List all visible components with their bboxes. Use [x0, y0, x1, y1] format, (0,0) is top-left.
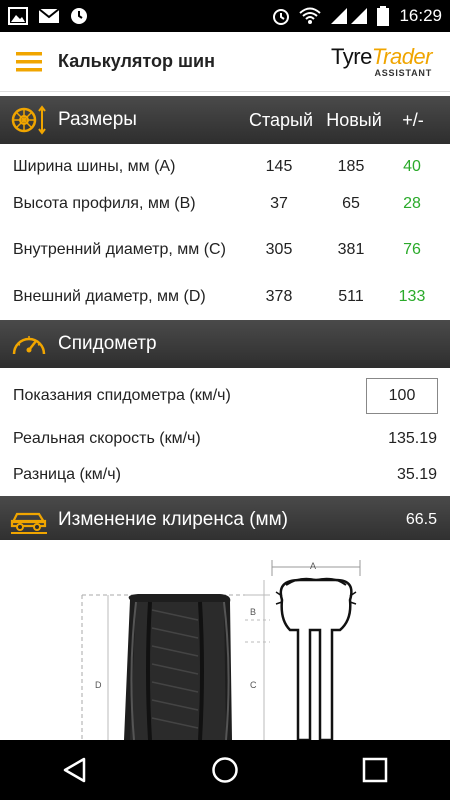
- speed-reading-input[interactable]: 100: [366, 378, 438, 414]
- speed-diff-row: Разница (км/ч) 35.19: [13, 466, 437, 483]
- size-row-inner-diameter: Внутренний диаметр, мм (C) 305 381 76: [13, 241, 421, 258]
- navigation-bar: [0, 740, 450, 800]
- home-icon: [212, 757, 238, 783]
- car-clearance-icon: [0, 496, 58, 544]
- sizes-title: Размеры: [58, 109, 137, 130]
- real-speed-value: 135.19: [388, 430, 437, 447]
- speed-reading-row: Показания спидометра (км/ч) 100: [0, 376, 450, 416]
- alarm-icon: [271, 6, 291, 26]
- home-button[interactable]: [195, 740, 255, 800]
- tyre-size-icon: [0, 96, 58, 144]
- sizes-header: Размеры Старый Новый +/-: [0, 96, 450, 144]
- image-icon: [8, 7, 28, 25]
- dim-label-b: B: [250, 607, 256, 617]
- status-time: 16:29: [399, 6, 442, 25]
- page-title: Калькулятор шин: [58, 51, 215, 71]
- speedometer-title: Спидометр: [58, 333, 157, 354]
- sync-icon: [70, 7, 88, 25]
- clearance-value: 66.5: [405, 511, 437, 528]
- col-old: Старый: [248, 110, 314, 130]
- speedometer-icon: [0, 320, 58, 368]
- col-diff: +/-: [402, 110, 424, 130]
- back-button[interactable]: [45, 740, 105, 800]
- clearance-title: Изменение клиренса (мм): [58, 509, 288, 530]
- app-bar: Калькулятор шин TyreTrader ASSISTANT: [0, 32, 450, 92]
- real-speed-row: Реальная скорость (км/ч) 135.19: [13, 430, 437, 447]
- size-row-profile: Высота профиля, мм (B) 37 65 28: [13, 195, 421, 212]
- dim-label-d: D: [95, 680, 102, 690]
- col-new: Новый: [326, 110, 382, 130]
- recent-apps-icon: [362, 757, 388, 783]
- recent-apps-button[interactable]: [345, 740, 405, 800]
- size-row-width: Ширина шины, мм (A) 145 185 40: [13, 158, 421, 175]
- hamburger-icon: [16, 51, 42, 71]
- back-icon: [63, 757, 86, 783]
- dim-label-c: C: [250, 680, 257, 690]
- wifi-icon: [299, 7, 322, 25]
- tyre-diagram: A B C D: [0, 540, 450, 740]
- speedometer-header: Спидометр: [0, 320, 450, 368]
- signal-icon: [329, 6, 369, 26]
- battery-icon: [377, 6, 390, 26]
- menu-button[interactable]: [0, 32, 58, 92]
- clearance-header: Изменение клиренса (мм) 66.5: [0, 496, 450, 544]
- status-bar: 16:29: [0, 0, 450, 32]
- speed-diff-value: 35.19: [396, 466, 437, 483]
- tyretrader-logo: TyreTrader ASSISTANT: [331, 43, 432, 78]
- size-row-outer-diameter: Внешний диаметр, мм (D) 378 511 133: [13, 288, 426, 305]
- dim-label-a: A: [310, 561, 316, 571]
- mail-icon: [38, 8, 60, 24]
